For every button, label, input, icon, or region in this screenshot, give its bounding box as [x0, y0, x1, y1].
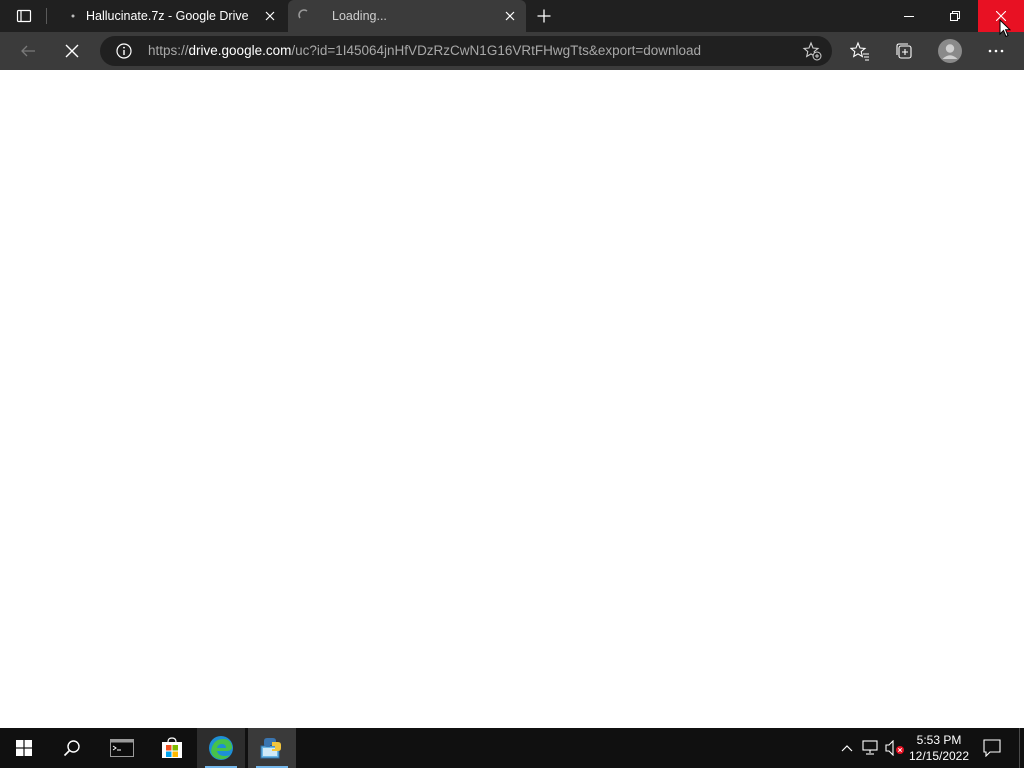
- start-button[interactable]: [0, 728, 48, 768]
- mouse-cursor-icon: [999, 19, 1011, 38]
- tab-close-icon[interactable]: [260, 6, 280, 26]
- tab-actions-button[interactable]: [0, 0, 48, 32]
- loading-spinner-icon: [298, 9, 312, 23]
- url-host: drive.google.com: [188, 43, 292, 58]
- plus-icon: [537, 9, 551, 23]
- favorites-star-list-icon: [850, 41, 869, 61]
- restore-button[interactable]: [932, 0, 978, 32]
- clock-date: 12/15/2022: [908, 749, 970, 763]
- chevron-up-icon: [841, 745, 853, 752]
- collections-icon: [896, 43, 912, 59]
- back-button[interactable]: [12, 35, 44, 67]
- tab-favicon-dot-icon: [66, 9, 80, 23]
- terminal-icon: [110, 739, 134, 757]
- profile-button[interactable]: [934, 35, 966, 67]
- network-button[interactable]: [860, 728, 882, 768]
- clock-time: 5:53 PM: [916, 733, 962, 747]
- python-app-icon: [260, 738, 281, 759]
- taskbar-terminal[interactable]: [98, 728, 146, 768]
- minimize-icon: [904, 16, 914, 17]
- new-tab-button[interactable]: [532, 4, 556, 28]
- restore-icon: [950, 11, 960, 21]
- tab-strip: Hallucinate.7z - Google Drive Loading...: [0, 0, 1024, 32]
- tab-loading[interactable]: Loading...: [288, 0, 526, 32]
- taskbar-edge[interactable]: [197, 728, 245, 768]
- minimize-button[interactable]: [886, 0, 932, 32]
- volume-muted-icon: [885, 740, 904, 756]
- tab-title: Loading...: [332, 9, 387, 23]
- page-content: [0, 70, 1024, 728]
- notifications-button[interactable]: [978, 728, 1006, 768]
- browser-toolbar: https://drive.google.com/uc?id=1I45064jn…: [0, 32, 1024, 70]
- network-icon: [862, 740, 878, 755]
- collections-button[interactable]: [888, 35, 920, 67]
- tab-google-drive[interactable]: Hallucinate.7z - Google Drive: [56, 0, 286, 32]
- show-hidden-icons-button[interactable]: [836, 728, 858, 768]
- address-bar[interactable]: https://drive.google.com/uc?id=1I45064jn…: [100, 36, 832, 66]
- add-favorite-icon[interactable]: [802, 41, 822, 61]
- tab-separator: [46, 8, 47, 24]
- taskbar-python-app[interactable]: [248, 728, 296, 768]
- url-path: /uc?id=1I45064jnHfVDzRzCwN1G16VRtFHwgTts…: [291, 43, 702, 58]
- info-icon[interactable]: [116, 43, 132, 59]
- volume-button[interactable]: [884, 728, 906, 768]
- taskbar-store[interactable]: [148, 728, 196, 768]
- url-text[interactable]: https://drive.google.com/uc?id=1I45064jn…: [148, 43, 701, 58]
- show-desktop-button[interactable]: [1019, 728, 1020, 768]
- url-prefix: https://: [148, 43, 189, 58]
- search-icon: [63, 740, 80, 757]
- settings-more-button[interactable]: [980, 35, 1012, 67]
- back-arrow-icon: [21, 45, 35, 57]
- tab-actions-icon: [16, 9, 32, 23]
- favorites-button[interactable]: [844, 35, 876, 67]
- tab-title: Hallucinate.7z - Google Drive: [86, 9, 249, 23]
- search-button[interactable]: [48, 728, 96, 768]
- stop-loading-button[interactable]: [56, 35, 88, 67]
- avatar-icon: [938, 39, 962, 63]
- start-icon: [16, 740, 32, 756]
- stop-x-icon: [65, 44, 79, 58]
- taskbar: 5:53 PM 12/15/2022: [0, 728, 1024, 768]
- tab-close-icon[interactable]: [500, 6, 520, 26]
- edge-icon: [209, 736, 233, 760]
- taskbar-clock[interactable]: 5:53 PM 12/15/2022: [906, 732, 972, 764]
- more-dots-icon: [988, 49, 1004, 53]
- store-icon: [162, 737, 182, 758]
- notification-icon: [983, 739, 1001, 757]
